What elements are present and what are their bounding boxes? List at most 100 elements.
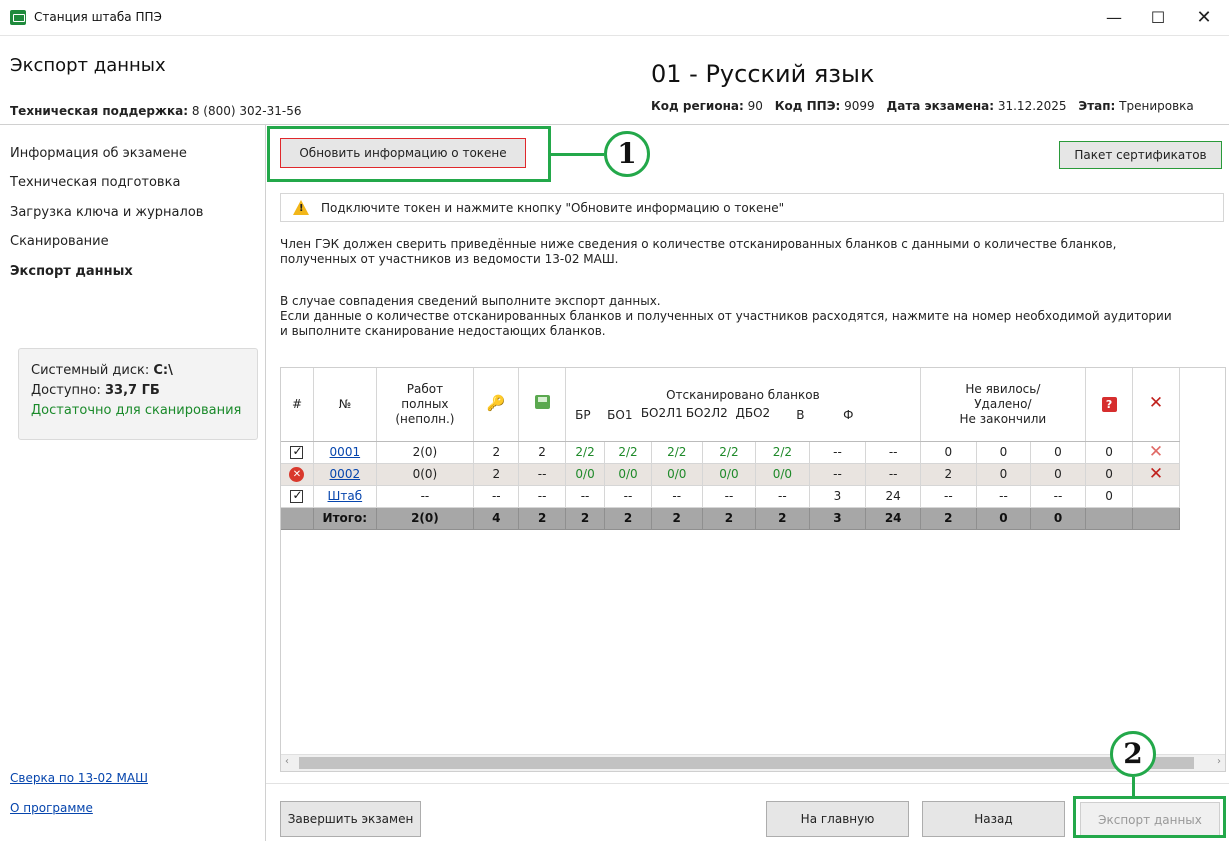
- col-works: Работ полных (неполн.): [376, 368, 475, 442]
- maximize-button[interactable]: ☐: [1138, 4, 1178, 32]
- col-works-line2: полных: [401, 396, 449, 411]
- callout-connector-2: [1132, 777, 1135, 797]
- support-phone: 8 (800) 302-31-56: [191, 104, 302, 118]
- row-select[interactable]: [281, 441, 314, 464]
- cell-bo2l2: 2/2: [702, 441, 757, 464]
- cell-bo2l2: 0/0: [702, 463, 757, 486]
- instruction-line: полученных от участников из ведомости 13…: [280, 252, 619, 266]
- col-delete: ✕: [1132, 368, 1180, 442]
- checkbox-checked[interactable]: [290, 488, 304, 503]
- cell-bo1: 0/0: [604, 463, 652, 486]
- meta-region-value: 90: [747, 99, 763, 113]
- cell-bo1: 2/2: [604, 441, 652, 464]
- row-auditorium: 0001: [313, 441, 377, 464]
- cell-key: 2: [473, 463, 520, 486]
- warning-text: Подключите токен и нажмите кнопку "Обнов…: [321, 201, 785, 215]
- cell-removed: --: [976, 485, 1032, 508]
- horizontal-scrollbar[interactable]: ‹ ›: [281, 754, 1225, 771]
- free-label: Доступно:: [31, 383, 101, 398]
- total-bo2l1: 2: [651, 507, 703, 530]
- back-button[interactable]: Назад: [922, 801, 1065, 837]
- finish-exam-button[interactable]: Завершить экзамен: [280, 801, 421, 837]
- col-bo2l2: БО2Л2: [685, 406, 728, 420]
- scroll-right-icon[interactable]: ›: [1217, 756, 1221, 767]
- callout-2: 2: [1110, 731, 1156, 777]
- col-bo1: БО1: [607, 408, 633, 422]
- support-label: Техническая поддержка:: [10, 104, 189, 118]
- total-key: 4: [473, 507, 520, 530]
- disk-sufficient-status: Достаточно для сканирования: [31, 403, 242, 418]
- about-link[interactable]: О программе: [10, 801, 93, 815]
- sidebar-item-export[interactable]: Экспорт данных: [10, 264, 133, 279]
- question-icon: ?: [1101, 396, 1117, 412]
- total-br: 2: [565, 507, 606, 530]
- cell-delete[interactable]: ✕: [1132, 441, 1180, 464]
- total-empty: [281, 507, 314, 530]
- delete-x-icon: ✕: [1148, 393, 1164, 414]
- delete-x-icon[interactable]: ✕: [1149, 464, 1163, 484]
- table-row: Штаб -- -- -- -- -- -- -- -- 3 24 -- -- …: [281, 485, 1225, 508]
- col-bo2l1: БО2Л1: [640, 406, 683, 420]
- instruction-line: В случае совпадения сведений выполните э…: [280, 294, 661, 308]
- row-auditorium: Штаб: [313, 485, 377, 508]
- home-button[interactable]: На главную: [766, 801, 909, 837]
- total-f: 24: [865, 507, 921, 530]
- instruction-line: Если данные о количестве отсканированных…: [280, 309, 1172, 323]
- cell-unfinished: 0: [1030, 441, 1086, 464]
- cell-absent: 0: [920, 441, 977, 464]
- page-title: Экспорт данных: [10, 55, 166, 76]
- col-works-line3: (неполн.): [395, 411, 455, 426]
- row-error: ✕: [281, 463, 314, 486]
- total-row: Итого: 2(0) 4 2 2 2 2 2 2 3 24 2 0 0: [281, 507, 1225, 530]
- sidebar-item-exam-info[interactable]: Информация об экзамене: [10, 146, 187, 161]
- exam-subject: 01 - Русский язык: [651, 60, 875, 88]
- delete-x-icon[interactable]: ✕: [1149, 442, 1163, 462]
- minimize-button[interactable]: —: [1094, 4, 1134, 32]
- sidebar-item-key-load[interactable]: Загрузка ключа и журналов: [10, 205, 203, 220]
- floppy-icon: [534, 395, 550, 410]
- checkbox-checked[interactable]: [290, 444, 304, 459]
- total-absent: 2: [920, 507, 977, 530]
- auditorium-link[interactable]: 0002: [330, 467, 361, 481]
- col-f: Ф: [843, 408, 854, 422]
- exam-meta: Код региона: 90 Код ППЭ: 9099 Дата экзам…: [651, 99, 1229, 113]
- total-removed: 0: [976, 507, 1032, 530]
- meta-stage-value: Тренировка: [1119, 99, 1194, 113]
- cell-question: 0: [1085, 463, 1134, 486]
- total-dbo2: 2: [755, 507, 810, 530]
- audience-table: # № Работ полных (неполн.) 🔑 Отсканирова…: [281, 368, 1225, 530]
- close-button[interactable]: ✕: [1184, 4, 1224, 32]
- cert-package-button[interactable]: Пакет сертификатов: [1059, 141, 1222, 169]
- cell-key: 2: [473, 441, 520, 464]
- cell-delete: [1132, 485, 1180, 508]
- reconcile-link[interactable]: Сверка по 13-02 МАШ: [10, 771, 148, 785]
- sidebar-item-tech-prep[interactable]: Техническая подготовка: [10, 175, 180, 190]
- cell-disk: --: [518, 463, 566, 486]
- cell-bo2l1: 2/2: [651, 441, 703, 464]
- cell-f: --: [865, 463, 921, 486]
- total-unfinished: 0: [1030, 507, 1086, 530]
- audience-grid[interactable]: # № Работ полных (неполн.) 🔑 Отсканирова…: [280, 367, 1226, 772]
- cell-bo2l2: --: [702, 485, 757, 508]
- cell-bo2l1: --: [651, 485, 703, 508]
- sidebar-item-scanning[interactable]: Сканирование: [10, 234, 109, 249]
- auditorium-link[interactable]: Штаб: [328, 489, 363, 503]
- scroll-left-icon[interactable]: ‹: [285, 756, 289, 767]
- cell-delete[interactable]: ✕: [1132, 463, 1180, 486]
- scrollbar-thumb[interactable]: [299, 757, 1194, 769]
- sidebar: Информация об экзамене Техническая подго…: [0, 125, 266, 841]
- meta-ppe-value: 9099: [844, 99, 875, 113]
- row-select[interactable]: [281, 485, 314, 508]
- total-works: 2(0): [376, 507, 475, 530]
- cell-removed: 0: [976, 441, 1032, 464]
- total-bo1: 2: [604, 507, 652, 530]
- disk-line: Системный диск: C:\: [31, 361, 245, 381]
- col-hash: #: [281, 368, 314, 442]
- cell-question: 0: [1085, 485, 1134, 508]
- callout-1: 1: [604, 131, 650, 177]
- cell-key: --: [473, 485, 520, 508]
- auditorium-link[interactable]: 0001: [330, 445, 361, 459]
- meta-stage-label: Этап:: [1078, 99, 1116, 113]
- tech-support: Техническая поддержка: 8 (800) 302-31-56: [10, 104, 301, 118]
- cell-absent: --: [920, 485, 977, 508]
